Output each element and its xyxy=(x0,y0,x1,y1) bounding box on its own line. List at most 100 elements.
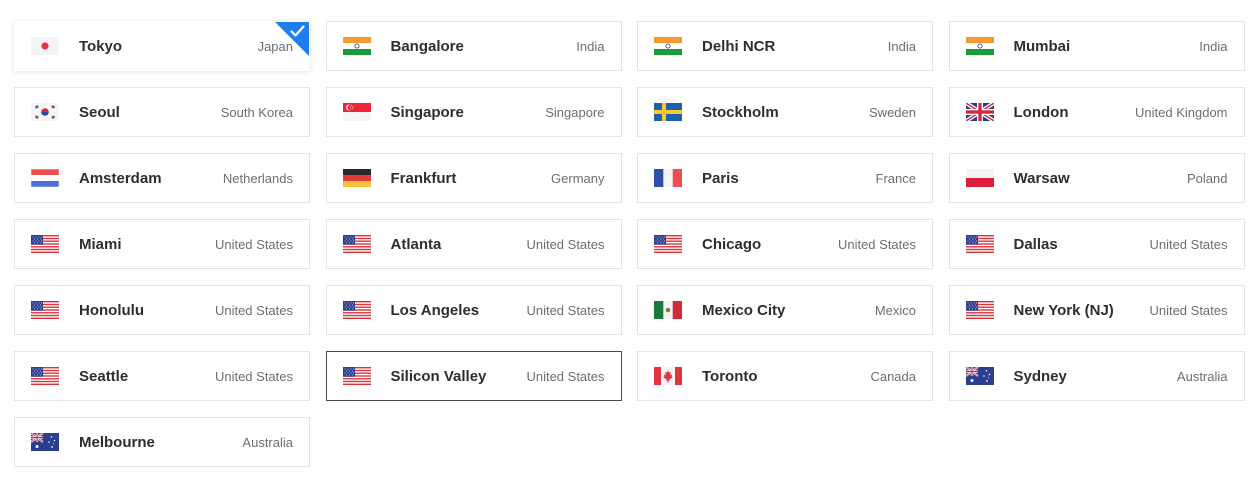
city-name: Melbourne xyxy=(79,433,155,451)
city-name: Frankfurt xyxy=(390,169,457,187)
flag-pl-icon xyxy=(965,169,994,187)
country-name: France xyxy=(875,170,916,186)
location-card-tokyo[interactable]: Tokyo Japan xyxy=(14,21,310,71)
city-name: Dallas xyxy=(1013,235,1058,253)
country-name: United Kingdom xyxy=(1135,104,1228,120)
flag-sg-icon xyxy=(342,103,371,121)
country-name: Canada xyxy=(870,368,916,384)
country-name: United States xyxy=(1149,236,1228,252)
city-name: Stockholm xyxy=(702,103,779,121)
flag-us-icon xyxy=(654,235,682,253)
city-name: Singapore xyxy=(390,103,464,121)
flag-in-icon xyxy=(654,37,682,55)
city-name: Paris xyxy=(702,169,739,187)
city-name: Miami xyxy=(79,235,122,253)
location-card-sydney[interactable]: Sydney Australia xyxy=(948,351,1245,401)
country-name: United States xyxy=(214,368,293,384)
city-name: London xyxy=(1013,103,1069,121)
city-name: Seoul xyxy=(79,103,120,121)
city-name: Warsaw xyxy=(1013,169,1070,187)
location-card-silicon-valley[interactable]: Silicon Valley United States xyxy=(325,351,622,401)
country-name: United States xyxy=(526,236,605,252)
location-card-mumbai[interactable]: Mumbai India xyxy=(948,21,1245,71)
flag-in-icon xyxy=(342,37,371,55)
country-name: United States xyxy=(837,236,916,252)
country-name: Mexico xyxy=(874,302,916,318)
country-name: United States xyxy=(526,302,605,318)
location-card-new-york-nj[interactable]: New York (NJ) United States xyxy=(948,285,1245,335)
country-name: India xyxy=(1199,38,1228,54)
location-card-delhi-ncr[interactable]: Delhi NCR India xyxy=(637,21,933,71)
country-name: Australia xyxy=(1176,368,1228,384)
country-name: Sweden xyxy=(869,104,916,120)
location-card-chicago[interactable]: Chicago United States xyxy=(637,219,933,269)
flag-nl-icon xyxy=(31,169,59,187)
flag-us-icon xyxy=(342,367,371,385)
flag-us-icon xyxy=(31,301,59,319)
flag-us-icon xyxy=(342,235,371,253)
location-card-honolulu[interactable]: Honolulu United States xyxy=(14,285,310,335)
country-name: India xyxy=(887,38,916,54)
country-name: Netherlands xyxy=(222,170,293,186)
city-name: Los Angeles xyxy=(390,301,480,319)
location-card-stockholm[interactable]: Stockholm Sweden xyxy=(637,87,933,137)
location-card-dallas[interactable]: Dallas United States xyxy=(948,219,1245,269)
flag-gb-icon xyxy=(965,103,994,121)
city-name: Delhi NCR xyxy=(702,37,776,55)
location-grid: Tokyo Japan Bangalore India Delhi NCR India Mu… xyxy=(14,21,1245,467)
city-name: New York (NJ) xyxy=(1013,301,1114,319)
city-name: Silicon Valley xyxy=(390,367,487,385)
country-name: India xyxy=(576,38,605,54)
flag-de-icon xyxy=(342,169,371,187)
country-name: Poland xyxy=(1187,170,1228,186)
location-card-warsaw[interactable]: Warsaw Poland xyxy=(948,153,1245,203)
flag-us-icon xyxy=(965,235,994,253)
flag-ca-icon xyxy=(654,367,682,385)
flag-mx-icon xyxy=(654,301,682,319)
flag-us-icon xyxy=(342,301,371,319)
city-name: Chicago xyxy=(702,235,762,253)
city-name: Mumbai xyxy=(1013,37,1071,55)
city-name: Toronto xyxy=(702,367,758,385)
flag-us-icon xyxy=(31,367,59,385)
flag-au-icon xyxy=(31,433,59,451)
city-name: Sydney xyxy=(1013,367,1067,385)
location-card-melbourne[interactable]: Melbourne Australia xyxy=(14,417,310,467)
location-card-atlanta[interactable]: Atlanta United States xyxy=(325,219,622,269)
location-card-singapore[interactable]: Singapore Singapore xyxy=(325,87,622,137)
flag-us-icon xyxy=(965,301,994,319)
location-card-frankfurt[interactable]: Frankfurt Germany xyxy=(325,153,622,203)
city-name: Bangalore xyxy=(390,37,464,55)
location-card-bangalore[interactable]: Bangalore India xyxy=(325,21,622,71)
flag-fr-icon xyxy=(654,169,682,187)
flag-in-icon xyxy=(965,37,994,55)
location-card-miami[interactable]: Miami United States xyxy=(14,219,310,269)
country-name: United States xyxy=(214,302,293,318)
country-name: United States xyxy=(1149,302,1228,318)
location-card-toronto[interactable]: Toronto Canada xyxy=(637,351,933,401)
flag-kr-icon xyxy=(31,103,59,121)
city-name: Mexico City xyxy=(702,301,786,319)
selected-checkmark-icon xyxy=(275,22,309,56)
city-name: Honolulu xyxy=(79,301,144,319)
flag-jp-icon xyxy=(31,37,59,55)
country-name: South Korea xyxy=(220,104,293,120)
city-name: Seattle xyxy=(79,367,129,385)
country-name: Germany xyxy=(551,170,605,186)
location-card-mexico-city[interactable]: Mexico City Mexico xyxy=(637,285,933,335)
location-card-amsterdam[interactable]: Amsterdam Netherlands xyxy=(14,153,310,203)
flag-us-icon xyxy=(31,235,59,253)
location-card-seoul[interactable]: Seoul South Korea xyxy=(14,87,310,137)
flag-se-icon xyxy=(654,103,682,121)
city-name: Atlanta xyxy=(390,235,442,253)
location-card-paris[interactable]: Paris France xyxy=(637,153,933,203)
location-card-seattle[interactable]: Seattle United States xyxy=(14,351,310,401)
city-name: Tokyo xyxy=(79,37,123,55)
country-name: Singapore xyxy=(545,104,605,120)
city-name: Amsterdam xyxy=(79,169,162,187)
flag-au-icon xyxy=(965,367,994,385)
location-card-los-angeles[interactable]: Los Angeles United States xyxy=(325,285,622,335)
country-name: United States xyxy=(214,236,293,252)
location-card-london[interactable]: London United Kingdom xyxy=(948,87,1245,137)
country-name: United States xyxy=(526,368,605,384)
